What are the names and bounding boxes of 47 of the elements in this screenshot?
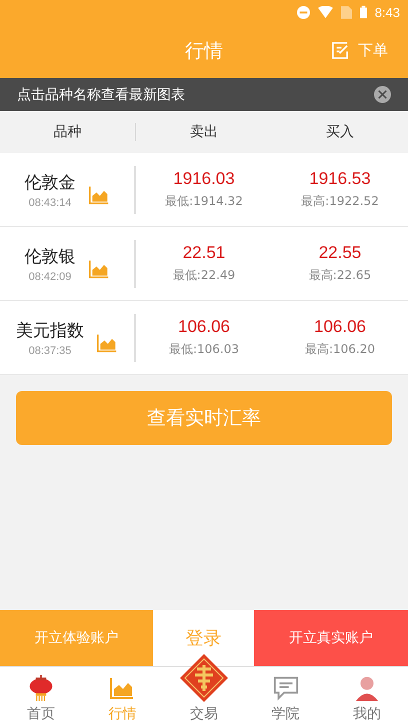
instrument-name[interactable]: 美元指数 [16, 318, 84, 342]
chart-icon [88, 258, 110, 278]
nav-tab[interactable]: 交易 [163, 667, 245, 727]
update-time: 08:42:09 [28, 270, 72, 282]
column-header: 品种 [0, 123, 136, 141]
do-not-disturb-icon [296, 6, 310, 18]
low-price: 最低:22.49 [172, 267, 236, 284]
quote-row[interactable]: 伦敦金 08:43:14 1916.03 最低:1914.32 1916.53 最高:1922.52 [0, 153, 408, 227]
column-header: 卖出 [189, 123, 219, 141]
wifi-icon [318, 6, 333, 18]
status-time: 8:43 [374, 4, 400, 20]
high-price: 最高:22.65 [308, 267, 372, 284]
page-title: 行情 [185, 39, 223, 64]
low-price: 最低:1914.32 [165, 193, 243, 210]
sell-price: 1916.03 [173, 169, 235, 189]
quote-row[interactable]: 美元指数 08:37:35 106.06 最低:106.03 106.06 最高:106.20 [0, 301, 408, 375]
low-price: 最低:106.03 [168, 341, 240, 358]
battery-icon [360, 5, 367, 19]
edit-icon [332, 42, 349, 59]
quote-row[interactable]: 伦敦银 08:42:09 22.51 最低:22.49 22.55 最高:22.65 [0, 227, 408, 301]
buy-price: 106.06 [314, 317, 366, 337]
nav-tab[interactable]: 我的 [326, 667, 408, 727]
close-icon [374, 86, 391, 103]
update-time: 08:43:14 [28, 196, 72, 208]
high-price: 最高:1922.52 [301, 193, 379, 210]
update-time: 08:37:35 [28, 344, 72, 356]
column-header: 买入 [325, 123, 355, 141]
notice-text: 点击品种名称查看最新图表 [17, 86, 185, 104]
sell-price: 22.51 [182, 243, 226, 263]
instrument-name[interactable]: 伦敦银 [24, 244, 76, 268]
instrument-name[interactable]: 伦敦金 [24, 170, 76, 194]
chart-icon [96, 332, 118, 352]
high-price: 最高:106.20 [304, 341, 376, 358]
sell-price: 106.06 [178, 317, 230, 337]
chart-icon [88, 184, 110, 204]
no-sim-icon [340, 6, 352, 18]
chat-icon [272, 675, 299, 701]
person-icon [354, 675, 380, 701]
buy-price: 1916.53 [309, 169, 371, 189]
nav-tab[interactable]: 首页 [0, 667, 82, 727]
lantern-icon [28, 675, 54, 701]
close-button[interactable] [374, 86, 391, 103]
open-account-button[interactable]: 开立真实账户 [254, 610, 408, 666]
chart-icon [109, 675, 136, 701]
buy-price: 22.55 [318, 243, 362, 263]
trade-badge-icon [179, 653, 229, 703]
nav-tab[interactable]: 学院 [244, 667, 326, 727]
